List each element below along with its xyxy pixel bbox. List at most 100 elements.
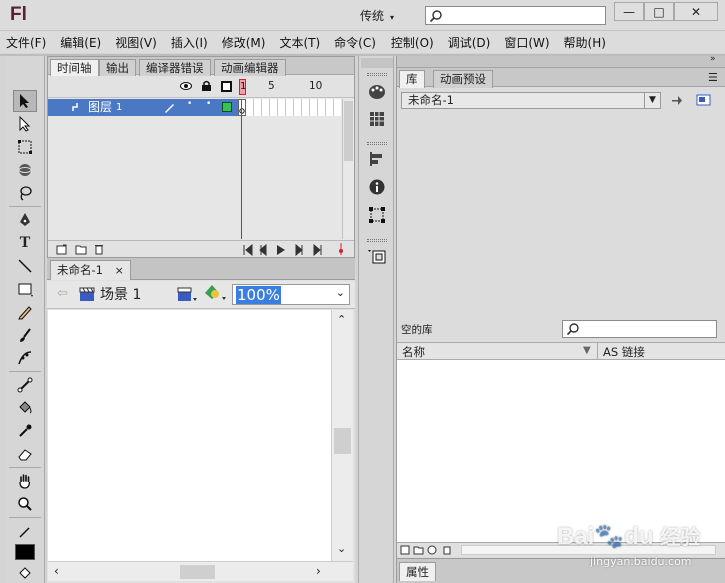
scroll-left-icon[interactable]: ‹ (54, 564, 59, 578)
hand-tool[interactable] (13, 470, 37, 492)
playhead[interactable] (241, 99, 242, 239)
scroll-thumb[interactable] (344, 101, 353, 161)
library-footer-buttons[interactable] (400, 545, 462, 555)
maximize-button[interactable]: □ (644, 2, 674, 21)
tab-library[interactable]: 库 (399, 70, 425, 88)
tab-timeline[interactable]: 时间轴 (50, 59, 99, 76)
grip-icon[interactable] (367, 73, 387, 76)
menu-window[interactable]: 窗口(W) (504, 34, 549, 51)
timeline-vscrollbar[interactable] (342, 99, 354, 239)
column-name[interactable]: 名称 (402, 344, 425, 360)
outline-toggle[interactable] (221, 81, 232, 92)
menu-control[interactable]: 控制(O) (391, 34, 434, 51)
library-search-input[interactable] (562, 320, 717, 338)
color-panel-button[interactable] (367, 82, 387, 102)
stage-canvas[interactable] (48, 310, 331, 561)
minimize-button[interactable]: — (614, 2, 644, 21)
bone-tool[interactable] (13, 374, 37, 396)
rectangle-icon (18, 283, 33, 297)
menu-edit[interactable]: 编辑(E) (60, 34, 101, 51)
paint-bucket-tool[interactable] (13, 397, 37, 419)
eye-icon[interactable] (180, 81, 192, 91)
collapse-right-icon[interactable]: » (710, 54, 716, 64)
menu-help[interactable]: 帮助(H) (564, 34, 606, 51)
pin-library-icon[interactable] (670, 94, 684, 107)
rectangle-tool[interactable] (13, 278, 37, 300)
lock-dot-icon[interactable]: • (206, 99, 211, 109)
fill-color-tool[interactable] (13, 562, 37, 583)
panel-menu-icon[interactable]: ☰ (708, 71, 718, 84)
pen-tool[interactable] (13, 209, 37, 231)
lasso-tool[interactable] (13, 182, 37, 204)
deco-tool[interactable] (13, 347, 37, 369)
workspace-switcher[interactable]: 传统 ▾ (360, 7, 394, 24)
new-layer-icon[interactable] (56, 244, 67, 255)
subselection-tool[interactable] (13, 113, 37, 135)
menu-debug[interactable]: 调试(D) (448, 34, 491, 51)
3d-rotation-tool[interactable] (13, 159, 37, 181)
library-document-select[interactable]: 未命名-1 ▼ (401, 92, 661, 109)
new-folder-icon[interactable] (75, 244, 87, 255)
stroke-color-swatch[interactable] (15, 544, 35, 560)
lock-icon[interactable] (201, 80, 212, 92)
menu-view[interactable]: 视图(V) (115, 34, 157, 51)
grip-icon[interactable] (367, 239, 387, 242)
grip-icon[interactable] (367, 142, 387, 145)
help-search-input[interactable] (425, 6, 606, 25)
stage-vscrollbar[interactable]: ⌃ ⌄ (331, 310, 353, 561)
trash-icon[interactable] (94, 243, 104, 255)
bone-icon (17, 377, 33, 393)
components-panel-button[interactable] (367, 246, 387, 266)
scroll-up-icon[interactable]: ⌃ (337, 313, 346, 326)
zoom-tool[interactable] (13, 493, 37, 515)
close-button[interactable]: ✕ (674, 2, 718, 21)
layer-row-selected[interactable]: 图层 1 • • (48, 99, 238, 116)
brush-tool[interactable] (13, 324, 37, 346)
menu-insert[interactable]: 插入(I) (171, 34, 208, 51)
sort-down-icon[interactable]: ▼ (583, 345, 591, 356)
zoom-value[interactable]: 100% (236, 286, 281, 304)
back-arrow-icon[interactable]: ⇦ (57, 286, 68, 301)
eraser-tool[interactable] (13, 443, 37, 465)
tab-motion-presets[interactable]: 动画预设 (433, 70, 493, 88)
tab-close-icon[interactable]: × (115, 264, 124, 277)
transform-panel-button[interactable] (367, 205, 387, 225)
selection-tool[interactable] (13, 90, 37, 112)
visibility-dot-icon[interactable]: • (187, 99, 192, 109)
edit-symbols-icon[interactable] (204, 284, 226, 302)
menu-modify[interactable]: 修改(M) (222, 34, 266, 51)
center-frame-icon[interactable] (335, 243, 347, 255)
edit-scene-icon[interactable] (177, 286, 197, 302)
free-transform-tool[interactable] (13, 136, 37, 158)
swatches-panel-button[interactable] (367, 109, 387, 129)
keyframe-1[interactable] (238, 99, 246, 116)
tab-properties[interactable]: 属性 (399, 562, 436, 581)
stage-hscrollbar[interactable]: ‹ › (48, 561, 353, 581)
zoom-select[interactable]: 100% ⌄ (232, 284, 350, 305)
pencil-tool[interactable] (13, 301, 37, 323)
playback-controls[interactable] (243, 244, 343, 256)
library-list[interactable] (397, 360, 725, 542)
layer-frames[interactable] (238, 99, 341, 116)
stroke-color-tool[interactable] (13, 521, 37, 543)
tab-compiler-errors[interactable]: 编译器错误 (139, 59, 211, 76)
document-tab[interactable]: 未命名-1 × (50, 260, 131, 280)
scroll-right-icon[interactable]: › (316, 564, 321, 578)
new-library-panel-icon[interactable] (696, 94, 712, 107)
tab-output[interactable]: 输出 (99, 59, 136, 76)
hscroll-thumb[interactable] (180, 565, 215, 579)
column-as-linkage[interactable]: AS 链接 (603, 344, 645, 360)
info-panel-button[interactable] (367, 177, 387, 197)
layer-outline-color[interactable] (222, 102, 232, 112)
align-panel-button[interactable] (367, 149, 387, 169)
vscroll-thumb[interactable] (334, 428, 351, 454)
text-tool[interactable]: T (13, 232, 37, 254)
line-tool[interactable] (13, 255, 37, 277)
frame-number-10: 10 (309, 80, 323, 92)
menu-file[interactable]: 文件(F) (6, 34, 46, 51)
scroll-down-icon[interactable]: ⌄ (337, 542, 346, 555)
menu-commands[interactable]: 命令(C) (334, 34, 376, 51)
menu-text[interactable]: 文本(T) (279, 34, 320, 51)
eyedropper-tool[interactable] (13, 420, 37, 442)
tab-motion-editor[interactable]: 动画编辑器 (214, 59, 286, 76)
